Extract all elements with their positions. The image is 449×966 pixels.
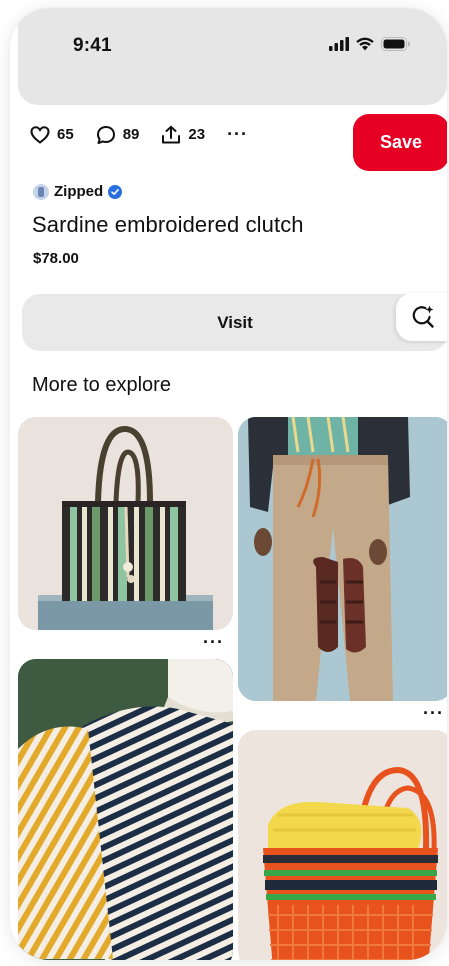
sweater-image [18,659,233,960]
pin-more-button[interactable]: ··· [423,703,444,724]
status-time: 9:41 [73,35,112,56]
action-row: 65 89 23 ··· [30,124,270,145]
like-button[interactable]: 65 [30,125,74,144]
visit-button[interactable]: Visit [22,294,447,351]
tote-bag-image [18,417,233,630]
pin-price: $78.00 [33,250,79,267]
heart-icon [30,125,50,144]
phone-frame: 9:41 65 89 23 ··· Save Zipped Sardine em… [10,8,447,960]
more-to-explore-heading: More to explore [32,374,171,396]
explore-pin-outfit[interactable] [238,417,447,701]
status-icons [329,37,411,51]
share-count: 23 [188,126,206,143]
share-button[interactable]: 23 [161,125,205,145]
more-options-icon: ··· [227,124,249,144]
comment-count: 89 [122,126,140,143]
visual-search-icon [412,305,434,328]
verified-badge-icon [108,184,123,199]
signal-icon [329,37,349,51]
outfit-image [238,417,447,701]
brand-name: Zipped [54,183,104,200]
visual-search-button[interactable] [396,293,447,341]
explore-pin-sweater[interactable] [18,659,233,960]
explore-pin-basket[interactable] [238,730,447,960]
battery-icon [381,37,410,51]
brand-avatar [33,183,49,200]
comment-icon [96,125,115,144]
wifi-icon [356,37,374,51]
pin-title: Sardine embroidered clutch [32,212,304,237]
share-icon [162,125,181,143]
more-options-button[interactable]: ··· [227,124,248,145]
like-count: 65 [57,126,74,143]
save-button[interactable]: Save [353,114,447,171]
pin-more-button[interactable]: ··· [203,632,224,653]
explore-pin-tote-bag[interactable] [18,417,233,630]
basket-image [238,730,447,960]
comment-button[interactable]: 89 [96,125,140,145]
visit-label: Visit [217,312,253,332]
brand-row[interactable]: Zipped [33,183,123,200]
